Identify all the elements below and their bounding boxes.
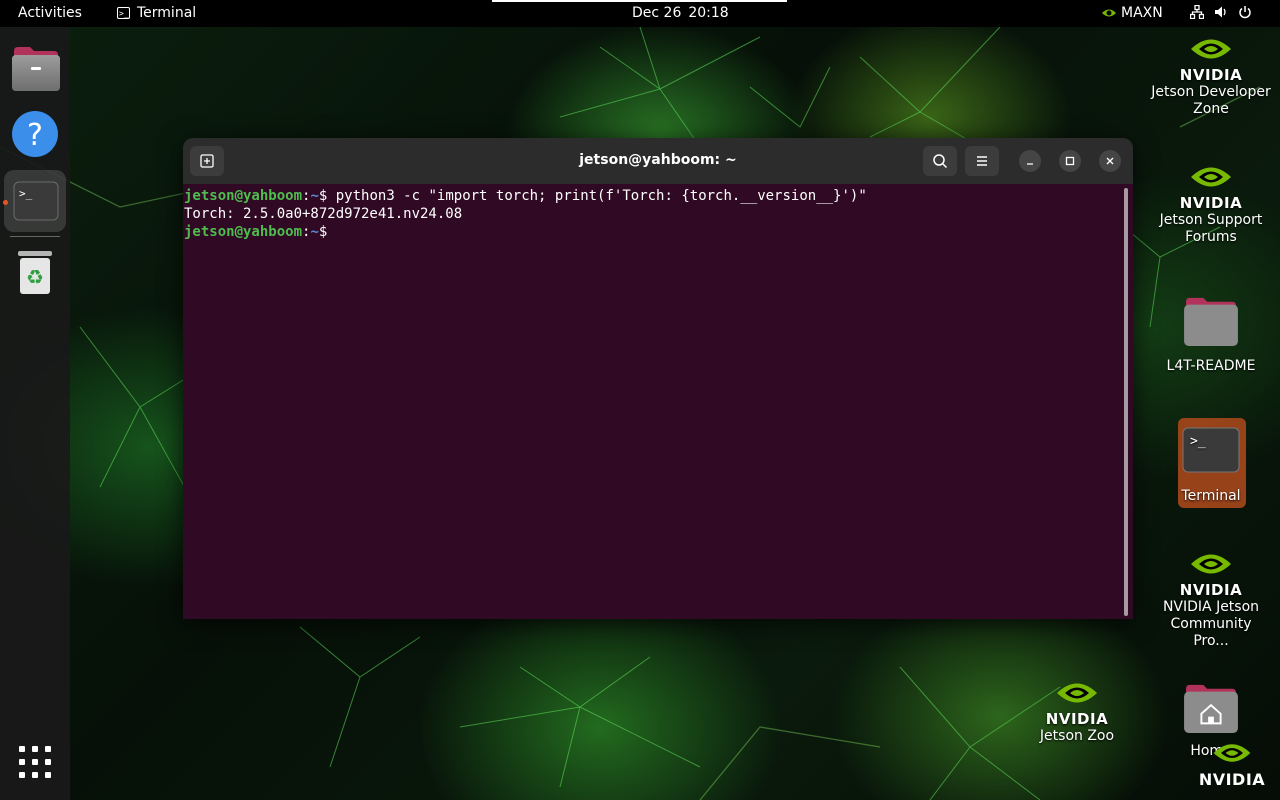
terminal-icon: >_: [1182, 427, 1240, 473]
power-icon: [1239, 6, 1251, 19]
icon-label: Forums: [1185, 229, 1237, 245]
terminal-app-icon: >_: [117, 7, 130, 19]
running-indicator: [3, 200, 8, 205]
icon-label: Jetson Developer: [1151, 84, 1271, 100]
svg-text:?: ?: [27, 118, 43, 153]
svg-text:♻: ♻: [26, 265, 44, 289]
minimize-icon: [1027, 163, 1033, 165]
activities-button[interactable]: Activities: [18, 5, 82, 21]
prompt-user: jetson@yahboom: [184, 224, 303, 240]
dock-help[interactable]: ?: [4, 103, 66, 165]
app-menu-label: Terminal: [137, 5, 197, 21]
desktop-icon-jetson-zoo[interactable]: NVIDIA Jetson Zoo: [1017, 678, 1137, 745]
desktop-icon-l4t-readme[interactable]: L4T-README: [1151, 296, 1271, 375]
clock-time: 20:18: [688, 5, 729, 21]
close-button[interactable]: [1099, 150, 1121, 172]
nvidia-wordmark: NVIDIA: [1179, 194, 1243, 212]
menu-button[interactable]: [965, 146, 999, 176]
svg-text:>_: >_: [19, 187, 33, 200]
trash-icon: ♻: [18, 251, 52, 294]
focus-strip: [492, 0, 787, 2]
command-text: python3 -c "import torch; print(f'Torch:…: [327, 188, 867, 204]
icon-label: Jetson Zoo: [1039, 728, 1115, 744]
desktop-icon-terminal[interactable]: >_ Terminal: [1151, 424, 1271, 505]
files-icon: [12, 47, 60, 91]
scrollbar[interactable]: [1124, 188, 1128, 616]
power-mode-label: MAXN: [1121, 5, 1163, 21]
nvidia-logo-icon: [1213, 744, 1251, 762]
nvidia-watermark: NVIDIA: [1196, 738, 1268, 789]
icon-label: L4T-README: [1166, 358, 1256, 374]
desktop-icon-jetson-developer-zone[interactable]: NVIDIA Jetson Developer Zone: [1151, 34, 1271, 118]
icon-label: Community Pro...: [1170, 616, 1252, 649]
desktop-icon-nvidia-jetson-community[interactable]: NVIDIA NVIDIA Jetson Community Pro...: [1151, 549, 1271, 650]
maximize-button[interactable]: [1059, 150, 1081, 172]
nvidia-eye-icon: [1102, 9, 1116, 17]
clock[interactable]: Dec 26 20:18: [632, 5, 729, 21]
volume-icon: [1215, 6, 1226, 18]
terminal-output[interactable]: jetson@yahboom:~$ python3 -c "import tor…: [183, 184, 1133, 619]
dock: ? >_ ♻: [0, 27, 70, 800]
search-icon: [933, 154, 948, 169]
show-applications-button[interactable]: [4, 731, 66, 793]
dock-files[interactable]: [4, 37, 66, 99]
help-icon: ?: [12, 111, 58, 157]
command-output: Torch: 2.5.0a0+872d972e41.nv24.08: [184, 206, 463, 222]
terminal-icon: >_: [13, 181, 59, 221]
icon-label: NVIDIA Jetson: [1162, 599, 1260, 615]
nvidia-wordmark: NVIDIA: [1198, 770, 1266, 789]
nvidia-logo-icon: [1191, 39, 1231, 59]
nvidia-wordmark: NVIDIA: [1179, 581, 1243, 599]
hamburger-menu-icon: [977, 156, 987, 166]
nvidia-logo-icon: [1057, 683, 1097, 703]
nvidia-wordmark: NVIDIA: [1045, 710, 1109, 728]
maximize-icon: [1065, 156, 1075, 166]
home-folder-icon: [1184, 684, 1238, 733]
nvidia-wordmark: NVIDIA: [1179, 66, 1243, 84]
icon-glyph: >_: [1190, 434, 1206, 449]
icon-label: Zone: [1193, 101, 1229, 117]
search-button[interactable]: [923, 146, 957, 176]
dock-terminal[interactable]: >_: [4, 170, 66, 232]
terminal-line: jetson@yahboom:~$: [184, 224, 336, 240]
minimize-button[interactable]: [1019, 150, 1041, 172]
power-mode-indicator[interactable]: MAXN: [1101, 5, 1163, 21]
terminal-line: jetson@yahboom:~$ python3 -c "import tor…: [184, 188, 867, 204]
dock-separator: [10, 236, 60, 237]
icon-label: Terminal: [1181, 488, 1241, 504]
prompt-user: jetson@yahboom: [184, 188, 303, 204]
prompt-path: ~: [310, 224, 319, 240]
close-icon: [1106, 157, 1114, 165]
clock-date: Dec 26: [632, 5, 682, 21]
network-wired-icon: [1190, 5, 1204, 19]
terminal-window[interactable]: jetson@yahboom: ~ jetson@yahboom:~$ pyth…: [183, 138, 1133, 619]
top-bar: Activities >_ Terminal Dec 26 20:18 MAXN: [0, 0, 1280, 27]
window-titlebar[interactable]: jetson@yahboom: ~: [183, 138, 1133, 184]
folder-icon: [1184, 297, 1238, 346]
desktop-icon-jetson-support-forums[interactable]: NVIDIA Jetson Support Forums: [1151, 162, 1271, 246]
system-tray[interactable]: [1190, 5, 1252, 19]
app-menu[interactable]: >_ Terminal: [117, 5, 196, 21]
icon-label: Jetson Support: [1159, 212, 1263, 228]
prompt-path: ~: [310, 188, 319, 204]
dock-trash[interactable]: ♻: [4, 241, 66, 303]
app-grid-icon: [19, 746, 51, 778]
nvidia-logo-icon: [1191, 167, 1231, 187]
command-text: [327, 224, 335, 240]
terminal-line: Torch: 2.5.0a0+872d972e41.nv24.08: [184, 206, 462, 222]
nvidia-logo-icon: [1191, 554, 1231, 574]
